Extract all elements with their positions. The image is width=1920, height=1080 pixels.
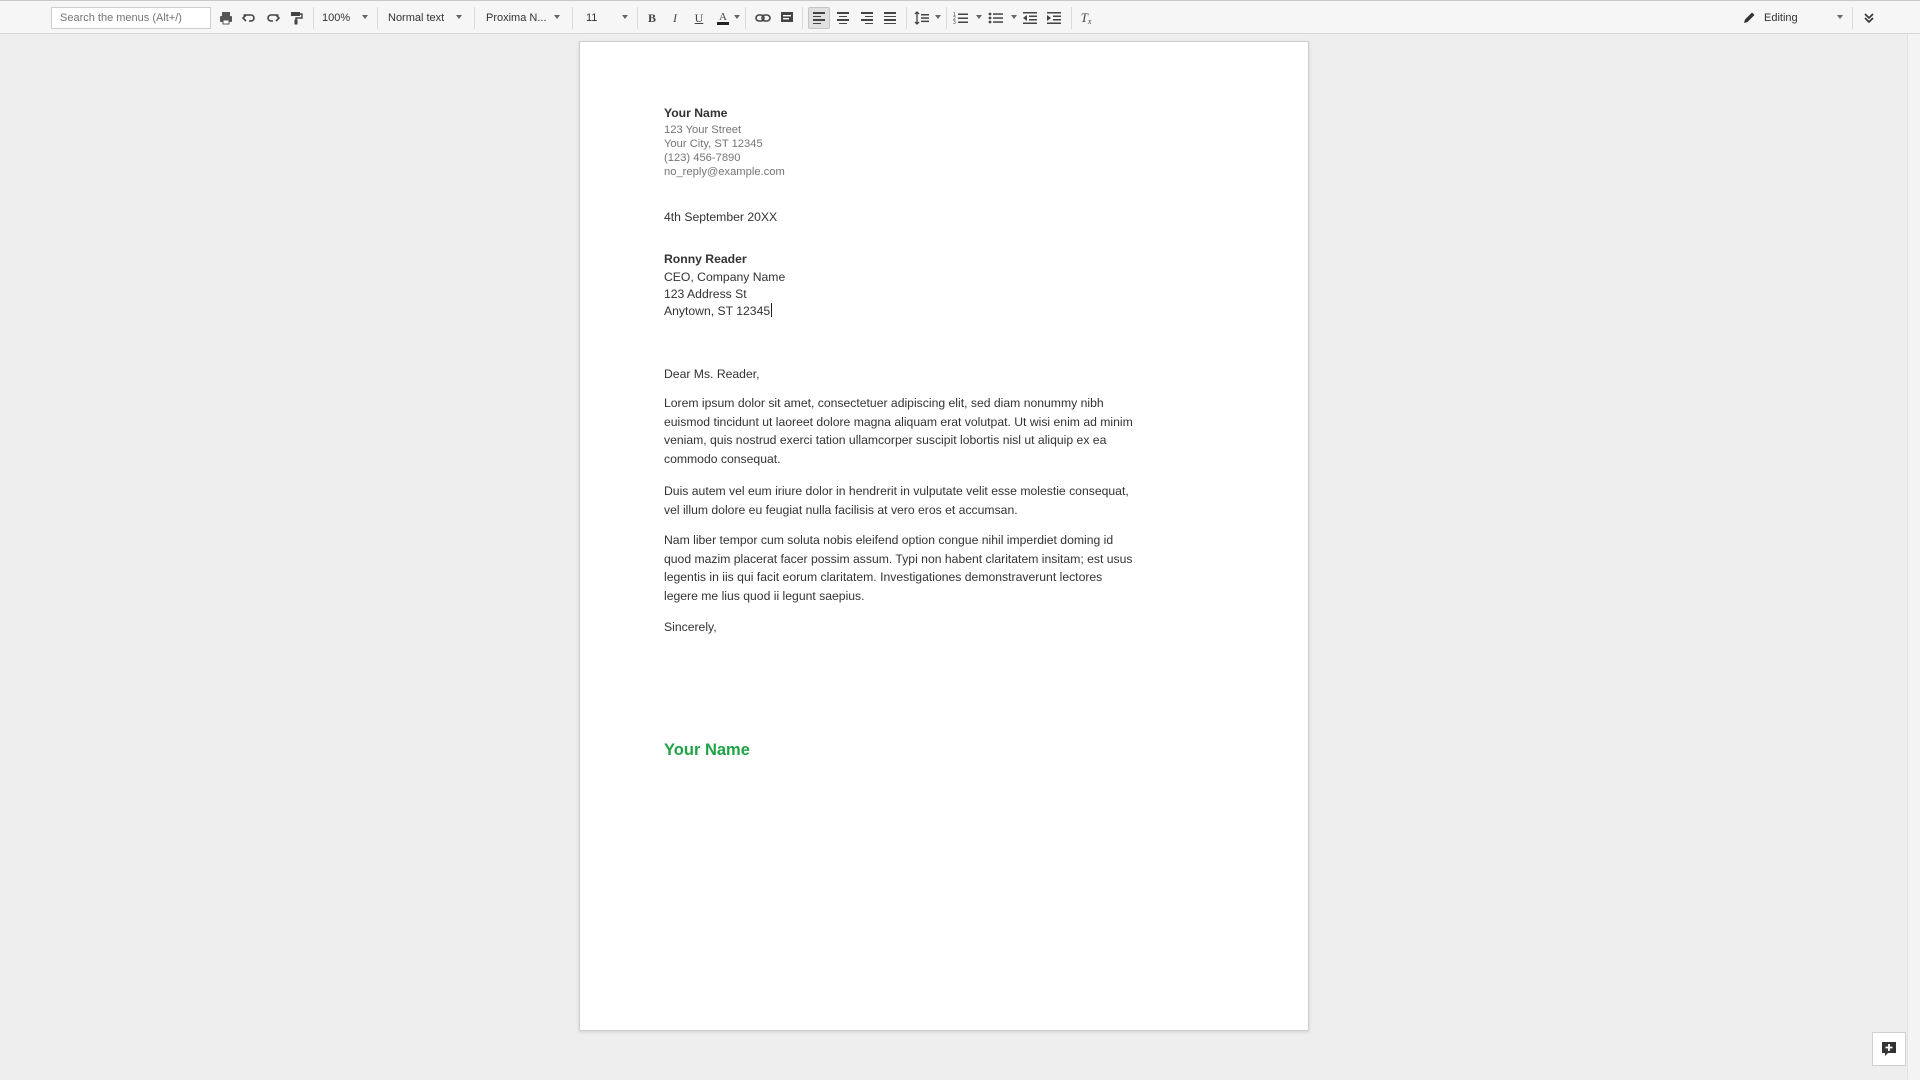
font-value: Proxima N... [486,12,547,24]
body-paragraph-3: Nam liber tempor cum soluta nobis eleife… [664,533,1133,603]
zoom-chevron-down-icon [362,15,368,19]
toolbar: 100% Normal text Proxima N... 11 B I U A [0,0,1920,34]
justify-button[interactable] [879,7,901,29]
undo-button[interactable] [238,7,260,29]
sender-email: no_reply@example.com [664,166,785,178]
text-cursor [771,303,773,317]
line-spacing-icon [914,11,929,25]
clear-formatting-icon: Tx [1080,10,1092,26]
zoom-value: 100% [322,12,351,24]
explore-button[interactable] [1872,1032,1906,1066]
recipient-street: 123 Address St [664,287,747,301]
recipient-city: Anytown, ST 12345 [664,304,771,318]
align-right-button[interactable] [856,7,878,29]
recipient-city-line: Anytown, ST 12345 [664,303,773,318]
underline-icon: U [694,10,704,25]
sender-name: Your Name [664,106,728,120]
numbered-list-chevron-down-icon [976,15,982,19]
editing-mode-dropdown[interactable]: Editing [1742,1,1798,35]
text-color-chevron-down-icon [734,15,740,19]
bulleted-list-button[interactable] [985,7,1007,29]
text-color-icon: A [717,11,729,25]
salutation: Dear Ms. Reader, [664,367,760,381]
redo-button[interactable] [262,7,284,29]
collapse-toolbar-button[interactable] [1858,7,1880,29]
bulleted-list-icon [988,12,1003,24]
align-left-icon [813,10,825,26]
style-chevron-down-icon [456,15,462,19]
justify-icon [884,10,896,26]
align-center-button[interactable] [832,7,854,29]
font-size-chevron-down-icon [622,15,628,19]
toolbar-divider [572,7,573,29]
numbered-list-button[interactable]: 123 [950,7,972,29]
explore-icon [1882,1042,1896,1056]
signature-name: Your Name [664,741,750,759]
clear-formatting-button[interactable]: Tx [1075,7,1097,29]
align-left-button[interactable] [808,7,830,29]
increase-indent-icon [1047,12,1061,24]
toolbar-divider [637,7,638,29]
line-spacing-chevron-down-icon [935,15,941,19]
align-center-icon [837,10,849,26]
recipient-name: Ronny Reader [664,252,747,266]
insert-comment-button[interactable] [776,7,798,29]
undo-icon [242,14,255,22]
svg-text:A: A [719,11,727,23]
text-color-button[interactable]: A [712,7,734,29]
toolbar-divider [474,7,475,29]
decrease-indent-button[interactable] [1019,7,1041,29]
font-size-value: 11 [586,12,598,24]
line-spacing-button[interactable] [911,7,933,29]
body-paragraph-1: Lorem ipsum dolor sit amet, consectetuer… [664,396,1133,466]
font-dropdown[interactable]: Proxima N... [486,1,556,35]
font-size-dropdown[interactable]: 11 [586,1,626,35]
sender-city: Your City, ST 12345 [664,138,763,150]
print-button[interactable] [215,7,237,29]
decrease-indent-icon [1023,12,1037,24]
align-right-icon [861,10,873,26]
document-page[interactable]: Your Name 123 Your Street Your City, ST … [579,41,1309,1031]
redo-icon [267,14,280,22]
toolbar-divider [906,7,907,29]
italic-button[interactable]: I [664,7,686,29]
svg-text:3: 3 [953,20,956,25]
editing-mode-label: Editing [1764,12,1798,24]
bold-button[interactable]: B [641,7,663,29]
body-paragraph-2: Duis autem vel eum iriure dolor in hendr… [664,484,1129,517]
recipient-title: CEO, Company Name [664,270,786,284]
closing: Sincerely, [664,620,717,634]
bulleted-list-chevron-down-icon [1011,15,1017,19]
pencil-icon [1744,12,1755,23]
toolbar-divider [313,7,314,29]
sender-street: 123 Your Street [664,124,742,136]
comment-icon [781,12,793,22]
sender-phone: (123) 456-7890 [664,152,741,164]
toolbar-divider [946,7,947,29]
toolbar-divider [802,7,803,29]
link-icon [755,14,771,22]
editing-mode-chevron-down-icon [1837,15,1843,19]
underline-button[interactable]: U [688,7,710,29]
font-chevron-down-icon [554,15,560,19]
toolbar-divider [377,7,378,29]
print-icon [220,12,232,25]
search-menus-input[interactable] [51,7,211,29]
letter-date: 4th September 20XX [664,210,778,224]
italic-icon: I [673,10,677,25]
toolbar-divider [1071,7,1072,29]
bold-icon: B [647,10,656,25]
toolbar-divider [745,7,746,29]
increase-indent-button[interactable] [1043,7,1065,29]
toolbar-divider [1852,7,1853,29]
numbered-list-icon: 123 [953,12,968,25]
vertical-scrollbar[interactable] [1907,34,1920,1080]
paint-format-icon [291,12,303,25]
insert-link-button[interactable] [752,7,774,29]
style-value: Normal text [388,12,445,24]
paint-format-button[interactable] [285,7,307,29]
double-chevron-up-icon [1864,13,1874,24]
